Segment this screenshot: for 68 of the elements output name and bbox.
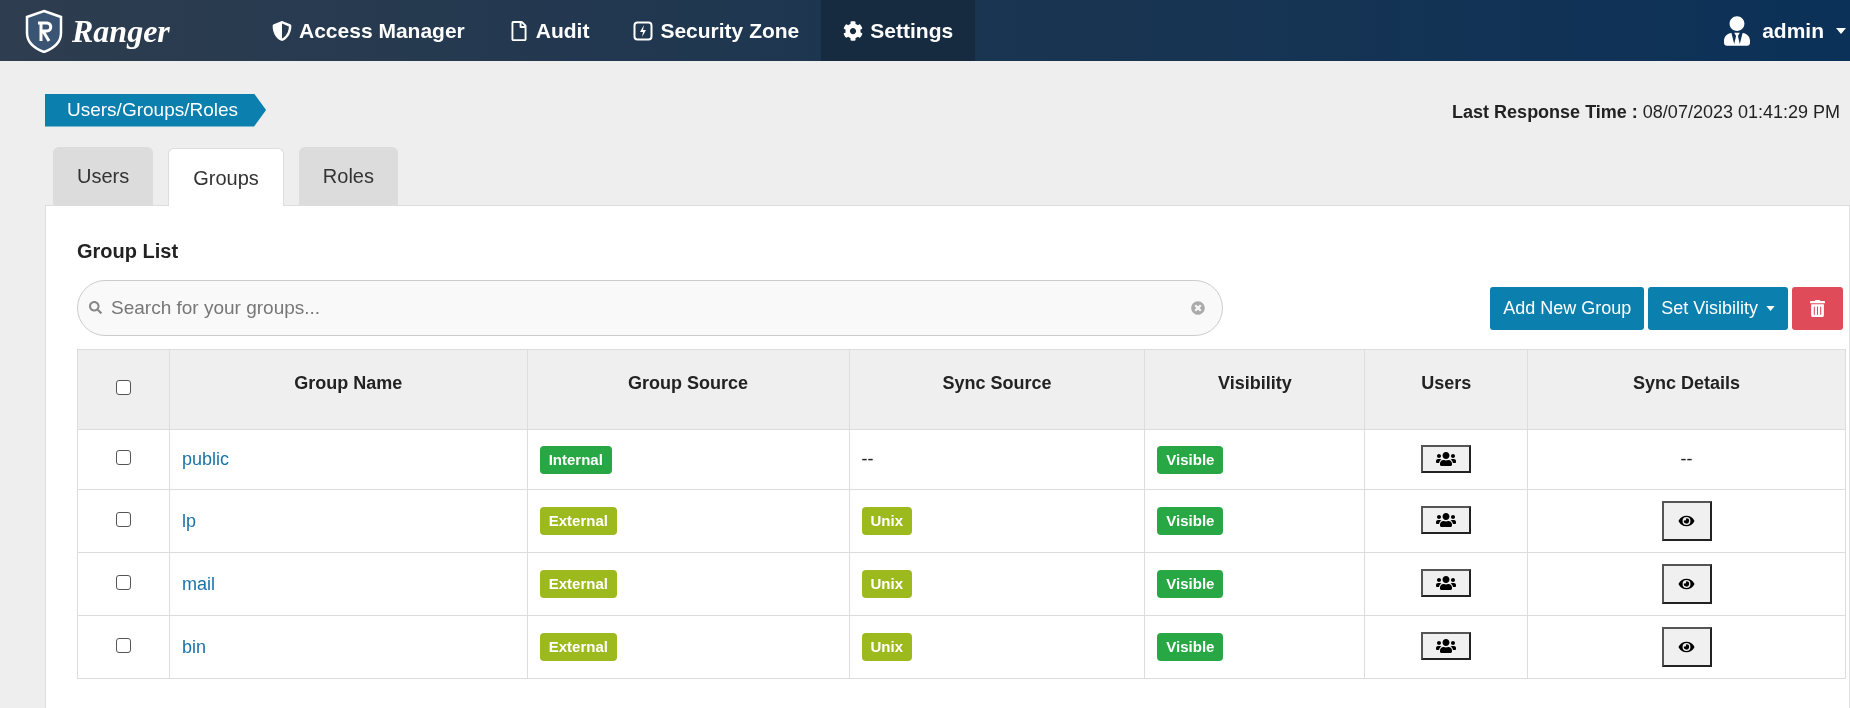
breadcrumb[interactable]: Users/Groups/Roles xyxy=(45,93,267,127)
source-badge: External xyxy=(539,570,617,598)
section-heading: Group List xyxy=(77,239,180,264)
column-header: Sync Source xyxy=(849,349,1145,430)
users-icon xyxy=(1436,450,1457,467)
column-header: Group Source xyxy=(527,349,850,430)
group-link[interactable]: bin xyxy=(181,636,206,657)
visibility-badge: Visible xyxy=(1157,507,1224,535)
checkbox[interactable] xyxy=(115,574,131,590)
trash-icon xyxy=(1810,299,1825,317)
caret-icon xyxy=(1766,305,1775,311)
table-cell-text: -- xyxy=(1680,449,1693,469)
nav-link[interactable]: Audit xyxy=(486,0,612,61)
delete-button[interactable] xyxy=(1792,286,1843,330)
users-button[interactable] xyxy=(1421,632,1472,660)
checkbox[interactable] xyxy=(115,450,131,465)
users-button[interactable] xyxy=(1421,444,1472,473)
brand-name[interactable]: Ranger xyxy=(72,6,170,55)
tab[interactable]: Roles xyxy=(298,147,398,205)
group-link[interactable]: public xyxy=(181,449,229,469)
visibility-badge: Visible xyxy=(1157,570,1224,598)
nav-link[interactable]: Security Zone xyxy=(611,0,822,61)
eye-icon xyxy=(1678,514,1696,528)
source-badge: External xyxy=(539,507,617,535)
visibility-badge: Visible xyxy=(1157,633,1224,661)
column-header: Group Name xyxy=(169,349,528,430)
tab[interactable]: Groups xyxy=(168,148,284,206)
settings-icon xyxy=(843,20,864,41)
sync-source-badge: Unix xyxy=(861,507,913,535)
caret-icon xyxy=(1836,27,1846,34)
users-icon xyxy=(1436,638,1457,654)
eye-icon xyxy=(1678,577,1696,591)
user-menu[interactable]: admin xyxy=(1724,14,1850,47)
users-icon xyxy=(1436,575,1457,591)
last-response-time: Last Response Time : 08/07/2023 01:41:29 PM xyxy=(1452,100,1840,124)
sync-source-badge: Unix xyxy=(861,570,913,598)
source-badge: External xyxy=(539,633,617,661)
view-details-button[interactable] xyxy=(1661,501,1712,541)
search-field[interactable]: Search for your groups... xyxy=(77,280,1223,336)
lightning-icon xyxy=(633,20,654,41)
group-link[interactable]: lp xyxy=(181,510,196,531)
users-icon xyxy=(1436,512,1457,528)
users-button[interactable] xyxy=(1421,506,1472,534)
nav-link[interactable]: Access Manager xyxy=(250,0,487,61)
column-header: Visibility xyxy=(1144,349,1365,430)
clear-icon xyxy=(1191,301,1205,315)
eye-icon xyxy=(1678,640,1696,654)
user-icon xyxy=(1724,14,1751,47)
column-header: Users xyxy=(1364,349,1528,430)
checkbox[interactable] xyxy=(115,511,131,527)
nav-link[interactable]: Settings xyxy=(821,0,976,61)
checkbox[interactable] xyxy=(115,380,131,395)
users-button[interactable] xyxy=(1421,569,1472,597)
table-cell-text: -- xyxy=(861,449,874,469)
visibility-dropdown-button[interactable]: Set Visibility xyxy=(1648,286,1788,330)
tab[interactable]: Users xyxy=(53,147,154,205)
shield-icon xyxy=(272,20,292,41)
sync-source-badge: Unix xyxy=(861,633,913,661)
column-header: Sync Details xyxy=(1527,349,1846,430)
view-details-button[interactable] xyxy=(1661,564,1712,604)
checkbox[interactable] xyxy=(115,637,131,653)
add-group-button[interactable]: Add New Group xyxy=(1490,286,1645,330)
shield-logo-icon xyxy=(24,8,64,53)
visibility-badge: Visible xyxy=(1157,445,1224,474)
source-badge: Internal xyxy=(539,445,612,474)
group-link[interactable]: mail xyxy=(181,573,215,594)
view-details-button[interactable] xyxy=(1661,627,1712,667)
search-icon xyxy=(89,301,102,314)
